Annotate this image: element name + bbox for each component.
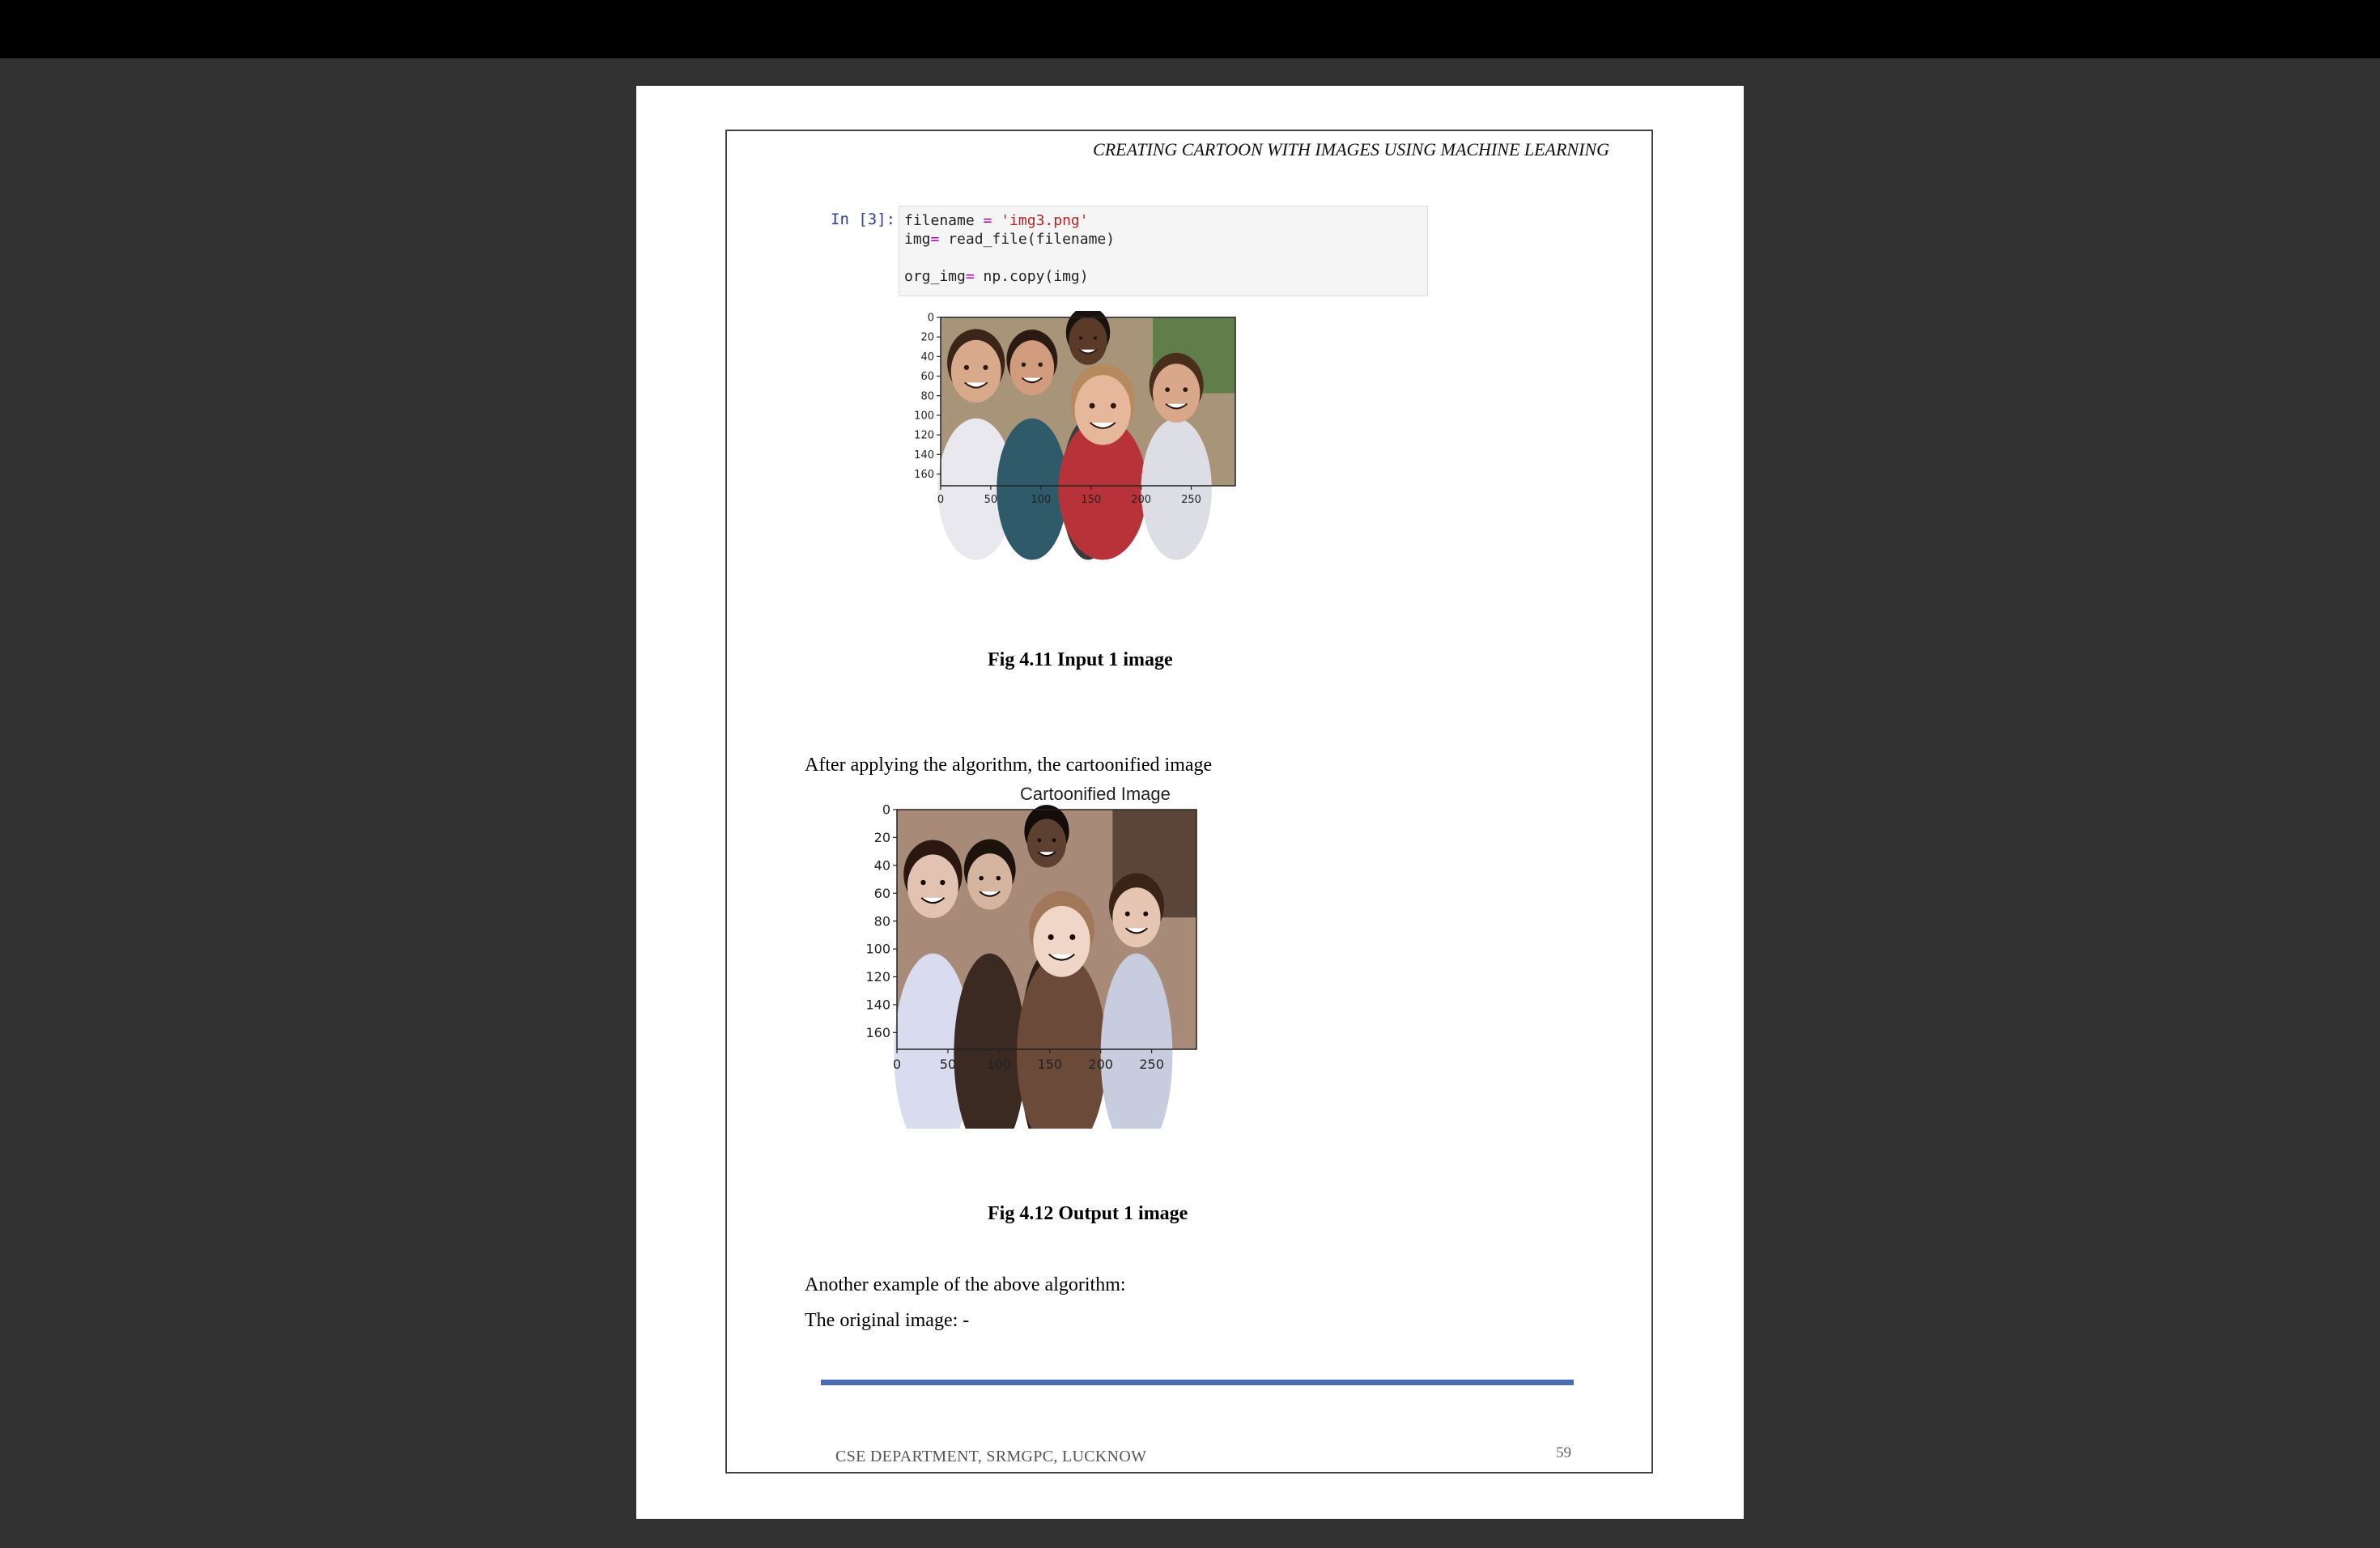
person-face xyxy=(950,339,1001,403)
person-eye xyxy=(1093,336,1098,340)
viewer-top-bar xyxy=(0,0,2380,58)
x-tick-label: 100 xyxy=(1031,494,1051,506)
input-image-plot: 0 20 40 60 80 100 120 140 160 0 50 100 150 200 250 xyxy=(905,311,1253,562)
y-tick-label: 140 xyxy=(914,449,934,461)
person-face xyxy=(1112,887,1161,948)
person-eye xyxy=(979,875,984,881)
cartoon-plot-canvas: 0 20 40 60 80 100 120 140 160 0 50 100 150 200 250 xyxy=(865,805,1197,1129)
figure-caption-output: Fig 4.12 Output 1 image xyxy=(988,1203,1188,1224)
y-tick-label: 160 xyxy=(914,469,934,481)
document-page: CREATING CARTOON WITH IMAGES USING MACHI… xyxy=(636,86,1744,1519)
person-eye xyxy=(1037,838,1042,843)
y-tick-label: 0 xyxy=(882,805,890,818)
x-tick-label: 100 xyxy=(987,1057,1012,1072)
x-tick-label: 0 xyxy=(937,494,944,506)
person-face xyxy=(907,854,958,919)
code-line: img= read_file(filename) xyxy=(904,231,1116,248)
y-tick-label: 160 xyxy=(865,1025,890,1040)
x-tick-label: 50 xyxy=(940,1057,956,1072)
y-tick-label: 120 xyxy=(914,430,934,442)
person-eye xyxy=(920,879,926,886)
person-face xyxy=(1074,375,1131,445)
person-eye xyxy=(1124,911,1130,916)
paragraph-another-example: Another example of the above algorithm: xyxy=(805,1274,1126,1295)
footer-department: CSE DEPARTMENT, SRMGPC, LUCKNOW xyxy=(835,1448,1147,1465)
person-eye xyxy=(963,364,970,371)
cartoon-plot-image xyxy=(894,805,1196,1129)
cartoon-image-plot: 0 20 40 60 80 100 120 140 160 0 50 100 150 200 250 xyxy=(856,805,1245,1129)
person-eye xyxy=(1183,387,1188,393)
input-plot-image xyxy=(937,311,1235,560)
person-eye xyxy=(983,364,988,371)
person-eye xyxy=(1078,336,1083,340)
person-face xyxy=(1009,340,1055,396)
person-face xyxy=(1153,364,1201,423)
y-tick-label: 20 xyxy=(874,830,890,845)
paragraph-original-image: The original image: - xyxy=(805,1310,970,1331)
x-tick-label: 150 xyxy=(1081,494,1101,506)
person-eye xyxy=(1089,402,1095,409)
paragraph-after-algorithm: After applying the algorithm, the cartoo… xyxy=(805,755,1213,776)
code-line: filename = 'img3.png' xyxy=(904,212,1089,229)
person-body xyxy=(1141,418,1212,560)
code-line: org_img= np.copy(img) xyxy=(904,268,1089,285)
person-eye xyxy=(1069,934,1076,941)
y-tick-label: 0 xyxy=(928,313,934,325)
person-eye xyxy=(1038,362,1043,368)
y-tick-label: 60 xyxy=(874,886,890,901)
y-tick-label: 80 xyxy=(874,913,890,929)
y-tick-label: 100 xyxy=(865,942,890,957)
figure-caption-input: Fig 4.11 Input 1 image xyxy=(988,649,1173,670)
person-face xyxy=(1026,819,1067,868)
y-tick-label: 100 xyxy=(914,410,934,422)
x-tick-label: 200 xyxy=(1088,1057,1113,1072)
x-tick-label: 150 xyxy=(1038,1057,1063,1072)
code-cell: filename = 'img3.png' img= read_file(fil… xyxy=(899,206,1428,296)
x-tick-label: 50 xyxy=(984,494,998,506)
person-face xyxy=(1033,905,1090,977)
person-eye xyxy=(1110,402,1116,409)
y-tick-label: 80 xyxy=(920,390,934,402)
x-tick-label: 250 xyxy=(1181,494,1201,506)
x-tick-label: 200 xyxy=(1131,494,1151,506)
page-border: CREATING CARTOON WITH IMAGES USING MACHI… xyxy=(725,130,1653,1474)
input-plot-canvas: 0 20 40 60 80 100 120 140 160 0 50 100 150 200 250 xyxy=(914,311,1236,560)
person-face xyxy=(967,853,1013,910)
code-cell-prompt: In [3]: xyxy=(831,211,896,228)
x-tick-label: 250 xyxy=(1139,1057,1164,1072)
footer-rule xyxy=(821,1380,1574,1385)
x-tick-label: 0 xyxy=(893,1057,901,1072)
person-body xyxy=(997,418,1068,560)
person-eye xyxy=(1143,911,1149,916)
y-tick-label: 40 xyxy=(874,857,890,873)
cartoon-plot-title: Cartoonified Image xyxy=(1020,784,1171,804)
person-eye xyxy=(1165,387,1171,393)
y-tick-label: 120 xyxy=(865,969,890,985)
person-eye xyxy=(1021,362,1026,368)
y-tick-label: 140 xyxy=(865,997,890,1013)
y-tick-label: 60 xyxy=(920,371,934,383)
y-tick-label: 40 xyxy=(920,351,934,364)
person-eye xyxy=(996,875,1001,881)
page-number: 59 xyxy=(1556,1444,1571,1461)
person-eye xyxy=(1052,838,1056,843)
person-eye xyxy=(1048,934,1054,941)
person-face xyxy=(1069,317,1107,365)
running-header: CREATING CARTOON WITH IMAGES USING MACHI… xyxy=(1093,139,1609,159)
person-eye xyxy=(940,879,946,886)
y-tick-label: 20 xyxy=(920,332,934,344)
